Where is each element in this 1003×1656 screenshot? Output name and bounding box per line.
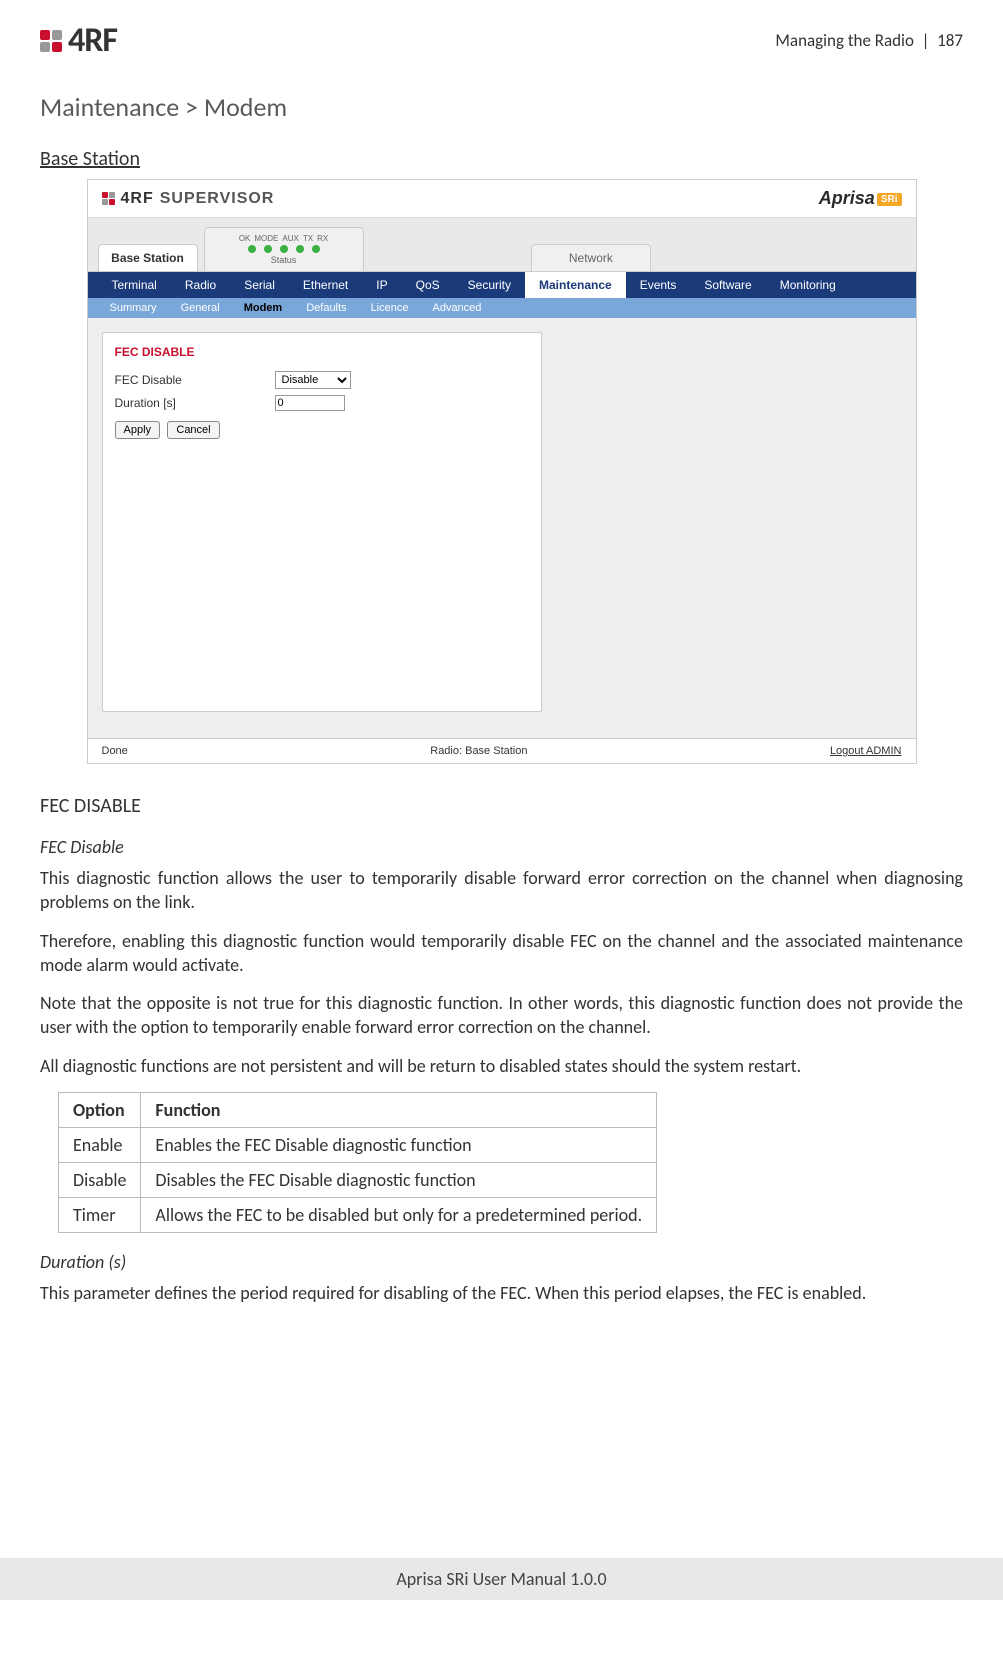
nav2-modem[interactable]: Modem [232,298,295,318]
nav2-summary[interactable]: Summary [98,298,169,318]
secondary-nav: Summary General Modem Defaults Licence A… [88,298,916,318]
tab-network[interactable]: Network [531,244,651,271]
supervisor-brand: 4RF [121,190,154,208]
supervisor-screenshot: 4RF SUPERVISOR AprisaSRi Base Station OK… [87,179,917,764]
nav2-defaults[interactable]: Defaults [294,298,358,318]
section-name: Managing the Radio [775,30,914,51]
led-tx-icon [296,245,304,253]
nav-ip[interactable]: IP [362,272,401,298]
paragraph: Note that the opposite is not true for t… [40,991,963,1040]
aprisa-logo: AprisaSRi [819,188,902,209]
paragraph: This diagnostic function allows the user… [40,866,963,915]
brand-text: 4RF [68,20,117,61]
led-ok-icon [248,245,256,253]
col-option: Option [59,1093,141,1128]
heading-fec-disable: FEC DISABLE [40,794,963,818]
supervisor-logo: 4RF SUPERVISOR [102,190,275,208]
page-footer: Aprisa SRi User Manual 1.0.0 [0,1558,1003,1600]
nav-ethernet[interactable]: Ethernet [289,272,362,298]
status-panel: OK MODE AUX TX RX Status [204,227,364,271]
col-function: Function [141,1093,657,1128]
options-table: Option Function Enable Enables the FEC D… [58,1092,657,1233]
nav-terminal[interactable]: Terminal [98,272,171,298]
led-rx-icon [312,245,320,253]
nav-software[interactable]: Software [690,272,765,298]
supervisor-label: SUPERVISOR [160,190,275,208]
nav-maintenance[interactable]: Maintenance [525,272,626,298]
logo-dots-icon [102,192,115,205]
nav-security[interactable]: Security [454,272,525,298]
paragraph: All diagnostic functions are not persist… [40,1054,963,1078]
subheading-duration: Duration (s) [40,1251,963,1273]
fec-disable-panel: FEC DISABLE FEC Disable Disable Duration… [102,332,542,712]
primary-nav: Terminal Radio Serial Ethernet IP QoS Se… [88,272,916,298]
led-mode-icon [264,245,272,253]
logo-dots-icon [40,30,62,52]
nav-qos[interactable]: QoS [402,272,454,298]
status-left: Done [102,745,128,757]
tab-base-station[interactable]: Base Station [98,244,198,271]
apply-button[interactable]: Apply [115,421,161,439]
nav-serial[interactable]: Serial [230,272,289,298]
nav2-licence[interactable]: Licence [359,298,421,318]
breadcrumb: Maintenance > Modem [40,91,963,123]
duration-input[interactable] [275,395,345,411]
fec-disable-select[interactable]: Disable [275,371,351,389]
fec-disable-label: FEC Disable [115,373,265,387]
table-row: Enable Enables the FEC Disable diagnosti… [59,1128,657,1163]
nav2-general[interactable]: General [169,298,232,318]
table-row: Timer Allows the FEC to be disabled but … [59,1198,657,1233]
panel-title: FEC DISABLE [115,345,529,359]
nav-radio[interactable]: Radio [171,272,230,298]
nav2-advanced[interactable]: Advanced [420,298,493,318]
page-number: 187 [937,30,963,51]
status-center: Radio: Base Station [430,745,527,757]
nav-monitoring[interactable]: Monitoring [766,272,850,298]
duration-label: Duration [s] [115,396,265,410]
brand-logo: 4RF [40,20,117,61]
paragraph: This parameter defines the period requir… [40,1281,963,1305]
section-heading: Base Station [40,147,963,171]
table-row: Disable Disables the FEC Disable diagnos… [59,1163,657,1198]
paragraph: Therefore, enabling this diagnostic func… [40,929,963,978]
logout-link[interactable]: Logout ADMIN [830,745,902,757]
subheading-fec-disable: FEC Disable [40,836,963,858]
nav-events[interactable]: Events [626,272,691,298]
cancel-button[interactable]: Cancel [167,421,219,439]
page-header-right: Managing the Radio | 187 [775,30,963,51]
led-aux-icon [280,245,288,253]
